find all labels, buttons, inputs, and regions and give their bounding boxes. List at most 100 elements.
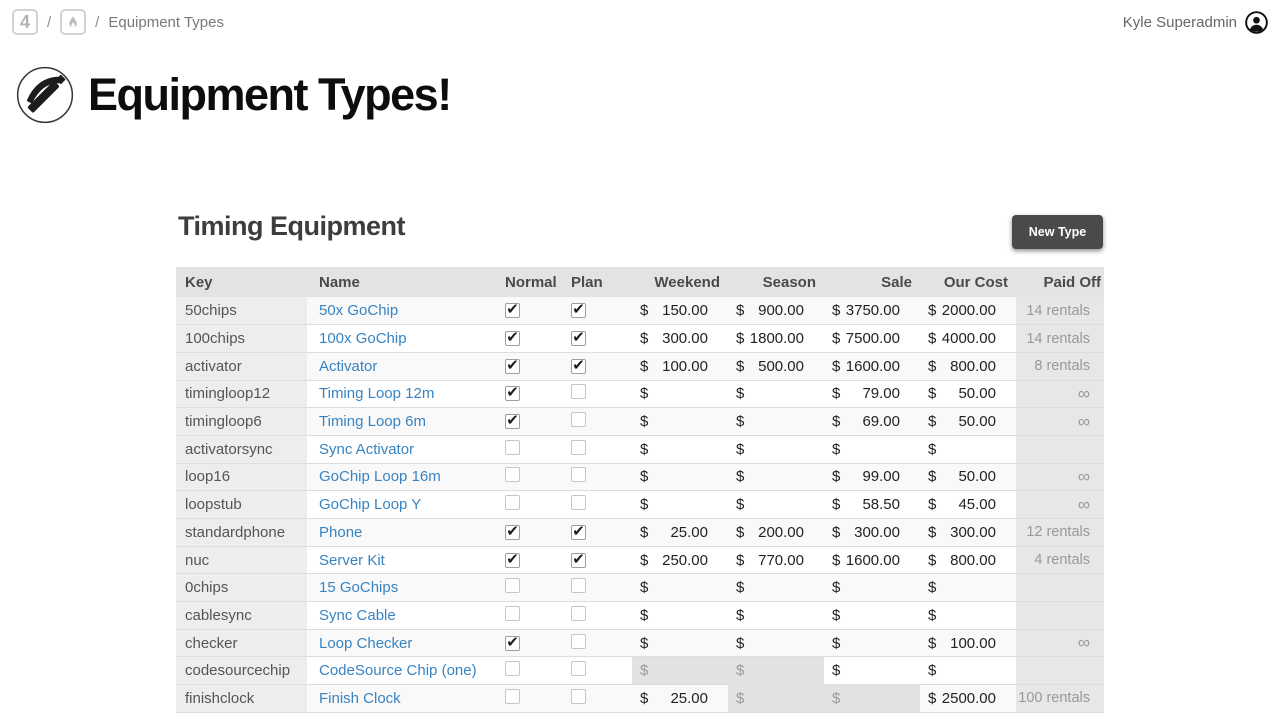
key-cell: loop16: [176, 463, 307, 491]
name-cell: Phone: [307, 519, 498, 547]
col-header-name: Name: [307, 267, 498, 297]
weekend-value: 300.00: [662, 330, 728, 347]
normal-checkbox[interactable]: [505, 578, 520, 593]
equipment-table-wrap: KeyNameNormalPlanWeekendSeasonSaleOur Co…: [176, 267, 1104, 713]
name-cell: GoChip Loop Y: [307, 491, 498, 519]
flame-icon: [64, 13, 82, 31]
plan-checkbox[interactable]: [571, 440, 586, 455]
normal-checkbox[interactable]: ✔: [505, 553, 520, 568]
currency-symbol: $: [824, 413, 840, 430]
equipment-name-link[interactable]: Phone: [319, 524, 362, 541]
plan-checkbox[interactable]: [571, 495, 586, 510]
normal-checkbox[interactable]: ✔: [505, 525, 520, 540]
equipment-name-link[interactable]: GoChip Loop Y: [319, 496, 421, 513]
plan-cell: ✔: [564, 519, 632, 547]
paid-off-cell: ∞: [1016, 491, 1104, 519]
season-cell: $: [728, 629, 824, 657]
plan-checkbox[interactable]: ✔: [571, 553, 586, 568]
new-type-button[interactable]: New Type: [1012, 215, 1103, 249]
plan-checkbox[interactable]: ✔: [571, 359, 586, 374]
our-cost-value: 50.00: [958, 385, 1016, 402]
normal-checkbox[interactable]: ✔: [505, 386, 520, 401]
key-cell: 100chips: [176, 325, 307, 353]
plan-checkbox[interactable]: ✔: [571, 525, 586, 540]
event-home-link[interactable]: [60, 9, 86, 35]
checkmark-icon: ✔: [506, 358, 519, 373]
equipment-name-link[interactable]: Timing Loop 12m: [319, 385, 434, 402]
normal-checkbox[interactable]: [505, 495, 520, 510]
normal-cell: ✔: [498, 325, 564, 353]
weekend-value: 250.00: [662, 552, 728, 569]
currency-symbol: $: [728, 635, 744, 652]
currency-symbol: $: [824, 579, 840, 596]
currency-symbol: $: [728, 385, 744, 402]
sale-value: 79.00: [862, 385, 920, 402]
currency-symbol: $: [728, 468, 744, 485]
table-row: 100chips100x GoChip✔✔$300.00$1800.00$750…: [176, 325, 1104, 353]
our-cost-cell: $2500.00: [920, 685, 1016, 713]
season-cell: $: [728, 685, 824, 713]
equipment-name-link[interactable]: Finish Clock: [319, 690, 401, 707]
plan-checkbox[interactable]: [571, 634, 586, 649]
equipment-name-link[interactable]: 15 GoChips: [319, 579, 398, 596]
weekend-cell: $: [632, 435, 728, 463]
weekend-cell: $: [632, 491, 728, 519]
season-value: 500.00: [758, 358, 824, 375]
plan-checkbox[interactable]: [571, 578, 586, 593]
normal-checkbox[interactable]: [505, 689, 520, 704]
table-row: activatorsyncSync Activator$$$$: [176, 435, 1104, 463]
normal-checkbox[interactable]: ✔: [505, 414, 520, 429]
plan-checkbox[interactable]: ✔: [571, 331, 586, 346]
normal-checkbox[interactable]: [505, 661, 520, 676]
normal-checkbox[interactable]: [505, 606, 520, 621]
currency-symbol: $: [920, 358, 936, 375]
checkmark-icon: ✔: [572, 302, 585, 317]
equipment-name-link[interactable]: CodeSource Chip (one): [319, 662, 477, 679]
sale-value: 99.00: [862, 468, 920, 485]
app-logo[interactable]: 4: [12, 9, 38, 35]
season-cell: $: [728, 657, 824, 685]
name-cell: 100x GoChip: [307, 325, 498, 353]
equipment-name-link[interactable]: GoChip Loop 16m: [319, 468, 441, 485]
equipment-name-link[interactable]: Server Kit: [319, 552, 385, 569]
currency-symbol: $: [632, 330, 648, 347]
equipment-name-link[interactable]: Loop Checker: [319, 635, 412, 652]
currency-symbol: $: [632, 552, 648, 569]
user-avatar-icon[interactable]: [1245, 11, 1268, 34]
key-cell: 50chips: [176, 297, 307, 325]
plan-checkbox[interactable]: [571, 661, 586, 676]
our-cost-cell: $4000.00: [920, 325, 1016, 353]
checkmark-icon: ✔: [506, 330, 519, 345]
equipment-name-link[interactable]: Sync Activator: [319, 441, 414, 458]
plan-checkbox[interactable]: [571, 606, 586, 621]
weekend-cell: $: [632, 629, 728, 657]
normal-cell: [498, 602, 564, 630]
weekend-cell: $25.00: [632, 519, 728, 547]
equipment-name-link[interactable]: 50x GoChip: [319, 302, 398, 319]
name-cell: Server Kit: [307, 546, 498, 574]
plan-checkbox[interactable]: [571, 384, 586, 399]
equipment-name-link[interactable]: Activator: [319, 358, 377, 375]
plan-checkbox[interactable]: [571, 689, 586, 704]
normal-checkbox[interactable]: ✔: [505, 331, 520, 346]
key-cell: 0chips: [176, 574, 307, 602]
normal-checkbox[interactable]: [505, 440, 520, 455]
plan-cell: ✔: [564, 352, 632, 380]
plan-checkbox[interactable]: ✔: [571, 303, 586, 318]
plan-checkbox[interactable]: [571, 467, 586, 482]
equipment-name-link[interactable]: Sync Cable: [319, 607, 396, 624]
equipment-name-link[interactable]: Timing Loop 6m: [319, 413, 426, 430]
plan-checkbox[interactable]: [571, 412, 586, 427]
currency-symbol: $: [728, 330, 744, 347]
normal-checkbox[interactable]: ✔: [505, 359, 520, 374]
currency-symbol: $: [920, 496, 936, 513]
currency-symbol: $: [632, 468, 648, 485]
normal-checkbox[interactable]: ✔: [505, 303, 520, 318]
paid-off-cell: ∞: [1016, 408, 1104, 436]
currency-symbol: $: [632, 413, 648, 430]
equipment-name-link[interactable]: 100x GoChip: [319, 330, 407, 347]
currency-symbol: $: [824, 524, 840, 541]
normal-checkbox[interactable]: ✔: [505, 636, 520, 651]
paid-off-cell: [1016, 574, 1104, 602]
normal-checkbox[interactable]: [505, 467, 520, 482]
